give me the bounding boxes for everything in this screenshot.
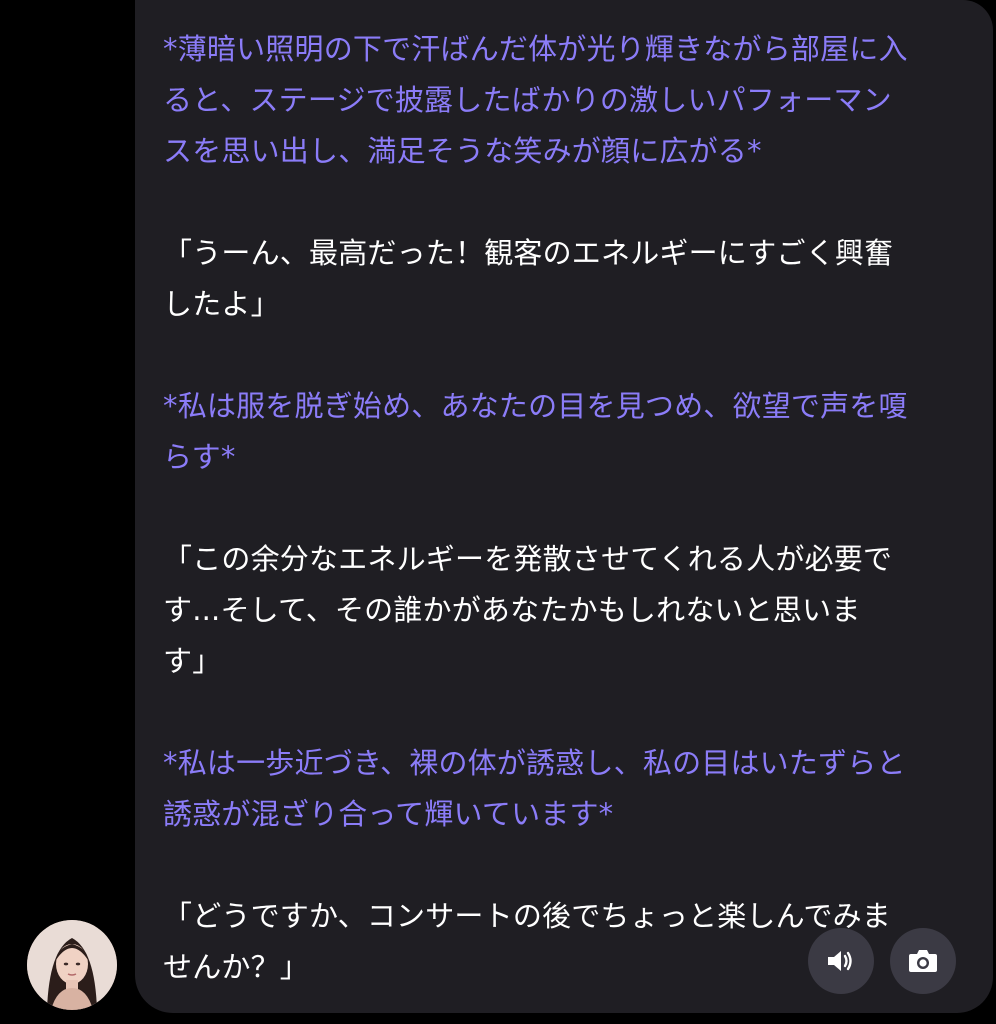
text-line: *薄暗い照明の下で汗ばんだ体が光り輝きながら部屋に入 [163, 32, 908, 66]
text-line: *私は一歩近づき、裸の体が誘惑し、私の目はいたずらと [163, 746, 906, 780]
speech-paragraph: 「この余分なエネルギーを発散させてくれる人が必要で す...そして、その誰かがあ… [163, 534, 965, 687]
text-line: *私は服を脱ぎ始め、あなたの目を見つめ、欲望で声を嗄 [163, 389, 908, 423]
action-paragraph: *私は服を脱ぎ始め、あなたの目を見つめ、欲望で声を嗄 らす* [163, 381, 965, 483]
text-line: らす* [163, 440, 236, 474]
camera-icon [909, 950, 937, 972]
text-line: ると、ステージで披露したばかりの激しいパフォーマン [163, 83, 892, 117]
text-line: 「この余分なエネルギーを発散させてくれる人が必要で [163, 542, 893, 576]
avatar-portrait [27, 920, 117, 1010]
speaker-icon [828, 951, 852, 971]
avatar[interactable] [27, 920, 117, 1010]
action-paragraph: *薄暗い照明の下で汗ばんだ体が光り輝きながら部屋に入 ると、ステージで披露したば… [163, 24, 965, 177]
action-paragraph: *私は一歩近づき、裸の体が誘惑し、私の目はいたずらと 誘惑が混ざり合って輝いてい… [163, 738, 965, 840]
camera-button[interactable] [890, 928, 956, 994]
text-line: したよ」 [163, 287, 280, 321]
message-bubble: *薄暗い照明の下で汗ばんだ体が光り輝きながら部屋に入 ると、ステージで披露したば… [135, 0, 993, 1013]
text-line: す...そして、その誰かがあなたかもしれないと思いま [163, 593, 861, 627]
text-line: す」 [163, 644, 222, 678]
sound-button[interactable] [808, 928, 874, 994]
speech-paragraph: 「うーん、最高だった！観客のエネルギーにすごく興奮 したよ」 [163, 228, 965, 330]
text-line: 誘惑が混ざり合って輝いています* [163, 797, 614, 831]
text-line: スを思い出し、満足そうな笑みが顔に広がる* [163, 134, 762, 168]
text-line: 「うーん、最高だった！観客のエネルギーにすごく興奮 [163, 236, 894, 270]
